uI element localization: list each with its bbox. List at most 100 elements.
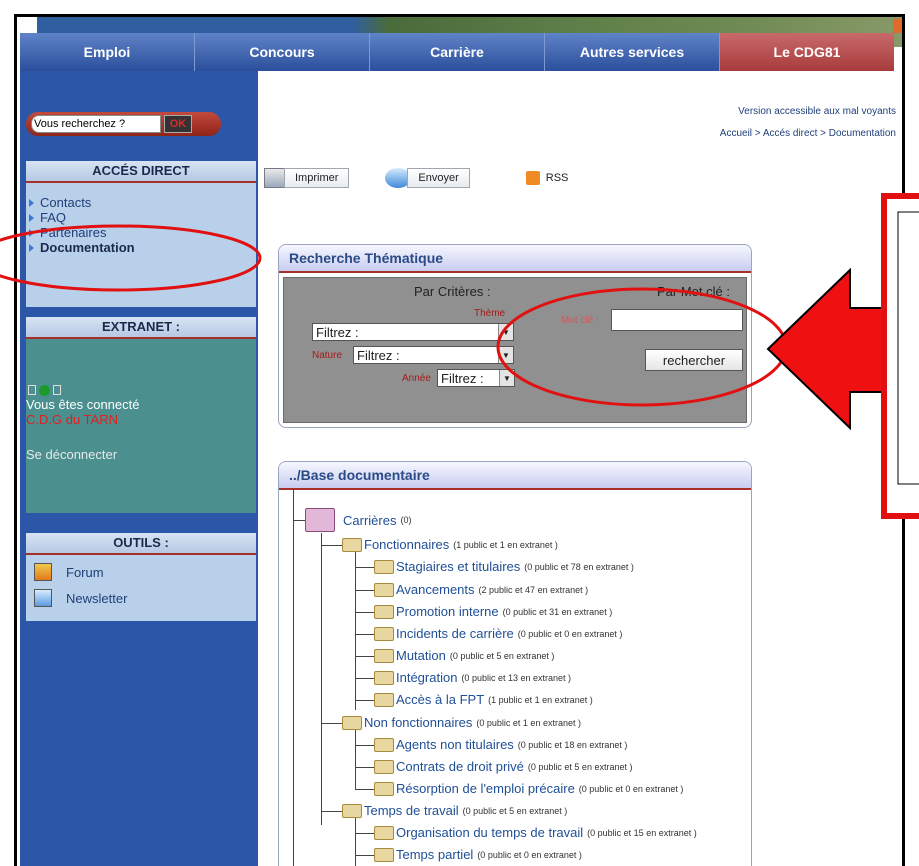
tree-node-count: (0 public et 78 en extranet ) — [524, 561, 634, 572]
connected-status-text: Vous êtes connecté — [26, 397, 140, 412]
outils-forum-label: Forum — [66, 564, 104, 580]
banner-chip — [893, 19, 902, 33]
tree-node-organisation-temps[interactable]: Organisation du temps de travail (0 publ… — [374, 825, 697, 840]
tree-node-promotion-interne[interactable]: Promotion interne (0 public et 31 en ext… — [374, 604, 612, 619]
folder-icon — [374, 559, 394, 574]
tree-node-count: (0 public et 5 en extranet ) — [462, 805, 568, 816]
folder-icon — [374, 626, 394, 641]
sidebar-item-documentation[interactable]: Documentation — [26, 240, 256, 255]
tree-node-label: Temps de travail — [364, 803, 459, 818]
par-mot-cle-label: Par Mot clé : — [657, 284, 730, 299]
base-documentaire-panel: ../Base documentaire Carrières (0) Fonct… — [278, 461, 752, 866]
tree-node-count: (1 public et 1 en extranet ) — [453, 539, 558, 550]
sidebar-item-contacts[interactable]: Contacts — [26, 195, 256, 210]
rechercher-button[interactable]: rechercher — [645, 349, 743, 371]
tree-node-resorption[interactable]: Résorption de l'emploi précaire (0 publi… — [374, 781, 683, 796]
tree-node-acces-fpt[interactable]: Accès à la FPT (1 public et 1 en extrane… — [374, 692, 593, 707]
nav-tab-concours[interactable]: Concours — [195, 33, 370, 71]
tree-node-count: (1 public et 1 en extranet ) — [488, 694, 593, 705]
search-ok-button[interactable]: OK — [164, 115, 192, 133]
outils-panel: OUTILS : Forum Newsletter — [26, 533, 256, 621]
tree-node-non-fonctionnaires[interactable]: Non fonctionnaires (0 public et 1 en ext… — [342, 715, 581, 730]
chevron-down-icon: ▼ — [498, 324, 513, 340]
print-label: Imprimer — [284, 168, 350, 188]
theme-label: Thème — [474, 308, 506, 319]
accessible-version-link[interactable]: Version accessible aux mal voyants — [720, 101, 896, 123]
tree-node-count: (0 public et 0 en extranet ) — [517, 628, 623, 639]
tree-node-count: (0 public et 13 en extranet ) — [461, 672, 572, 683]
folder-icon — [342, 537, 362, 552]
mot-cle-input[interactable] — [611, 309, 743, 331]
tree-node-avancements[interactable]: Avancements (2 public et 47 en extranet … — [374, 582, 588, 597]
sidebar: OK ACCÉS DIRECT Contacts FAQ Partenaires… — [20, 71, 350, 866]
tree-node-count: (0 public et 5 en extranet ) — [449, 650, 555, 661]
outils-item-newsletter[interactable]: Newsletter — [26, 585, 256, 611]
folder-icon — [374, 604, 394, 619]
gift-icon — [34, 563, 52, 581]
nav-tab-carriere[interactable]: Carrière — [370, 33, 545, 71]
tree-node-count: (0 public et 0 en extranet ) — [477, 849, 582, 860]
connected-org-text: C.D.G du TARN — [26, 412, 118, 427]
theme-select[interactable]: Filtrez : ▼ — [312, 323, 514, 341]
nav-tab-autres-services[interactable]: Autres services — [545, 33, 720, 71]
outils-item-forum[interactable]: Forum — [26, 559, 256, 585]
tree-node-incidents[interactable]: Incidents de carrière (0 public et 0 en … — [374, 626, 622, 641]
tree-node-label: Carrières — [343, 512, 397, 528]
rss-label: RSS — [545, 172, 569, 184]
par-criteres-label: Par Critères : — [414, 284, 491, 299]
folder-icon — [374, 692, 394, 707]
tree-node-carrieres[interactable]: Carrières (0) — [305, 508, 411, 532]
main-content: Version accessible aux mal voyants Accue… — [258, 71, 902, 866]
tree-node-temps-partiel[interactable]: Temps partiel (0 public et 0 en extranet… — [374, 847, 582, 862]
print-button[interactable]: Imprimer — [264, 166, 350, 190]
folder-icon — [342, 803, 362, 818]
tree-node-integration[interactable]: Intégration (0 public et 13 en extranet … — [374, 670, 571, 685]
annee-select[interactable]: Filtrez : ▼ — [437, 369, 515, 387]
sidebar-item-faq[interactable]: FAQ — [26, 210, 256, 225]
search-input[interactable] — [31, 115, 161, 133]
sidebar-item-partenaires[interactable]: Partenaires — [26, 225, 256, 240]
tree-node-count: (2 public et 47 en extranet ) — [478, 584, 589, 595]
site-search: OK — [26, 112, 221, 136]
nav-tab-emploi[interactable]: Emploi — [20, 33, 195, 71]
tree-node-label: Contrats de droit privé — [396, 759, 524, 774]
folder-icon — [374, 759, 394, 774]
mot-cle-label: Mot clé : — [561, 315, 599, 326]
outils-title: OUTILS : — [26, 533, 256, 555]
tree-node-label: Stagiaires et titulaires — [396, 559, 521, 574]
tree-node-label: Promotion interne — [396, 604, 499, 619]
tree-node-contrats-droit-prive[interactable]: Contrats de droit privé (0 public et 5 e… — [374, 759, 632, 774]
chevron-down-icon: ▼ — [499, 370, 514, 386]
base-documentaire-title: ../Base documentaire — [279, 462, 751, 490]
folder-icon — [305, 508, 335, 532]
rss-button[interactable]: RSS — [525, 166, 569, 190]
folder-icon — [374, 847, 394, 862]
page-toolbar: Imprimer Envoyer RSS — [258, 165, 568, 191]
tree-node-count: (0 public et 0 en extranet ) — [578, 783, 684, 794]
tree-node-fonctionnaires[interactable]: Fonctionnaires (1 public et 1 en extrane… — [342, 537, 558, 552]
tree-node-mutation[interactable]: Mutation (0 public et 5 en extranet ) — [374, 648, 554, 663]
tree-node-count: (0 public et 31 en extranet ) — [502, 606, 613, 617]
tree-node-agents-non-titulaires[interactable]: Agents non titulaires (0 public et 18 en… — [374, 737, 627, 752]
tree-node-label: Organisation du temps de travail — [396, 825, 584, 840]
folder-icon — [374, 670, 394, 685]
recherche-thematique-panel: Recherche Thématique Par Critères : Par … — [278, 244, 752, 428]
chevron-down-icon: ▼ — [498, 347, 513, 363]
header-links: Version accessible aux mal voyants Accue… — [720, 101, 896, 145]
nature-select[interactable]: Filtrez : ▼ — [353, 346, 514, 364]
tree-node-temps-de-travail[interactable]: Temps de travail (0 public et 5 en extra… — [342, 803, 567, 818]
extranet-title: EXTRANET : — [26, 317, 256, 339]
folder-icon — [374, 582, 394, 597]
nature-select-value: Filtrez : — [357, 347, 400, 363]
send-label: Envoyer — [407, 168, 470, 188]
send-button[interactable]: Envoyer — [385, 166, 470, 190]
tree-node-label: Mutation — [396, 648, 446, 663]
tree-node-stagiaires[interactable]: Stagiaires et titulaires (0 public et 78… — [374, 559, 634, 574]
tree-node-count: (0) — [400, 515, 412, 525]
logout-link[interactable]: Se déconnecter — [26, 447, 256, 462]
acces-direct-title: ACCÉS DIRECT — [26, 161, 256, 183]
tree-node-label: Incidents de carrière — [396, 626, 514, 641]
folder-icon — [374, 737, 394, 752]
nav-tab-le-cdg81[interactable]: Le CDG81 — [720, 33, 894, 71]
browser-frame: Emploi Concours Carrière Autres services… — [14, 14, 905, 866]
